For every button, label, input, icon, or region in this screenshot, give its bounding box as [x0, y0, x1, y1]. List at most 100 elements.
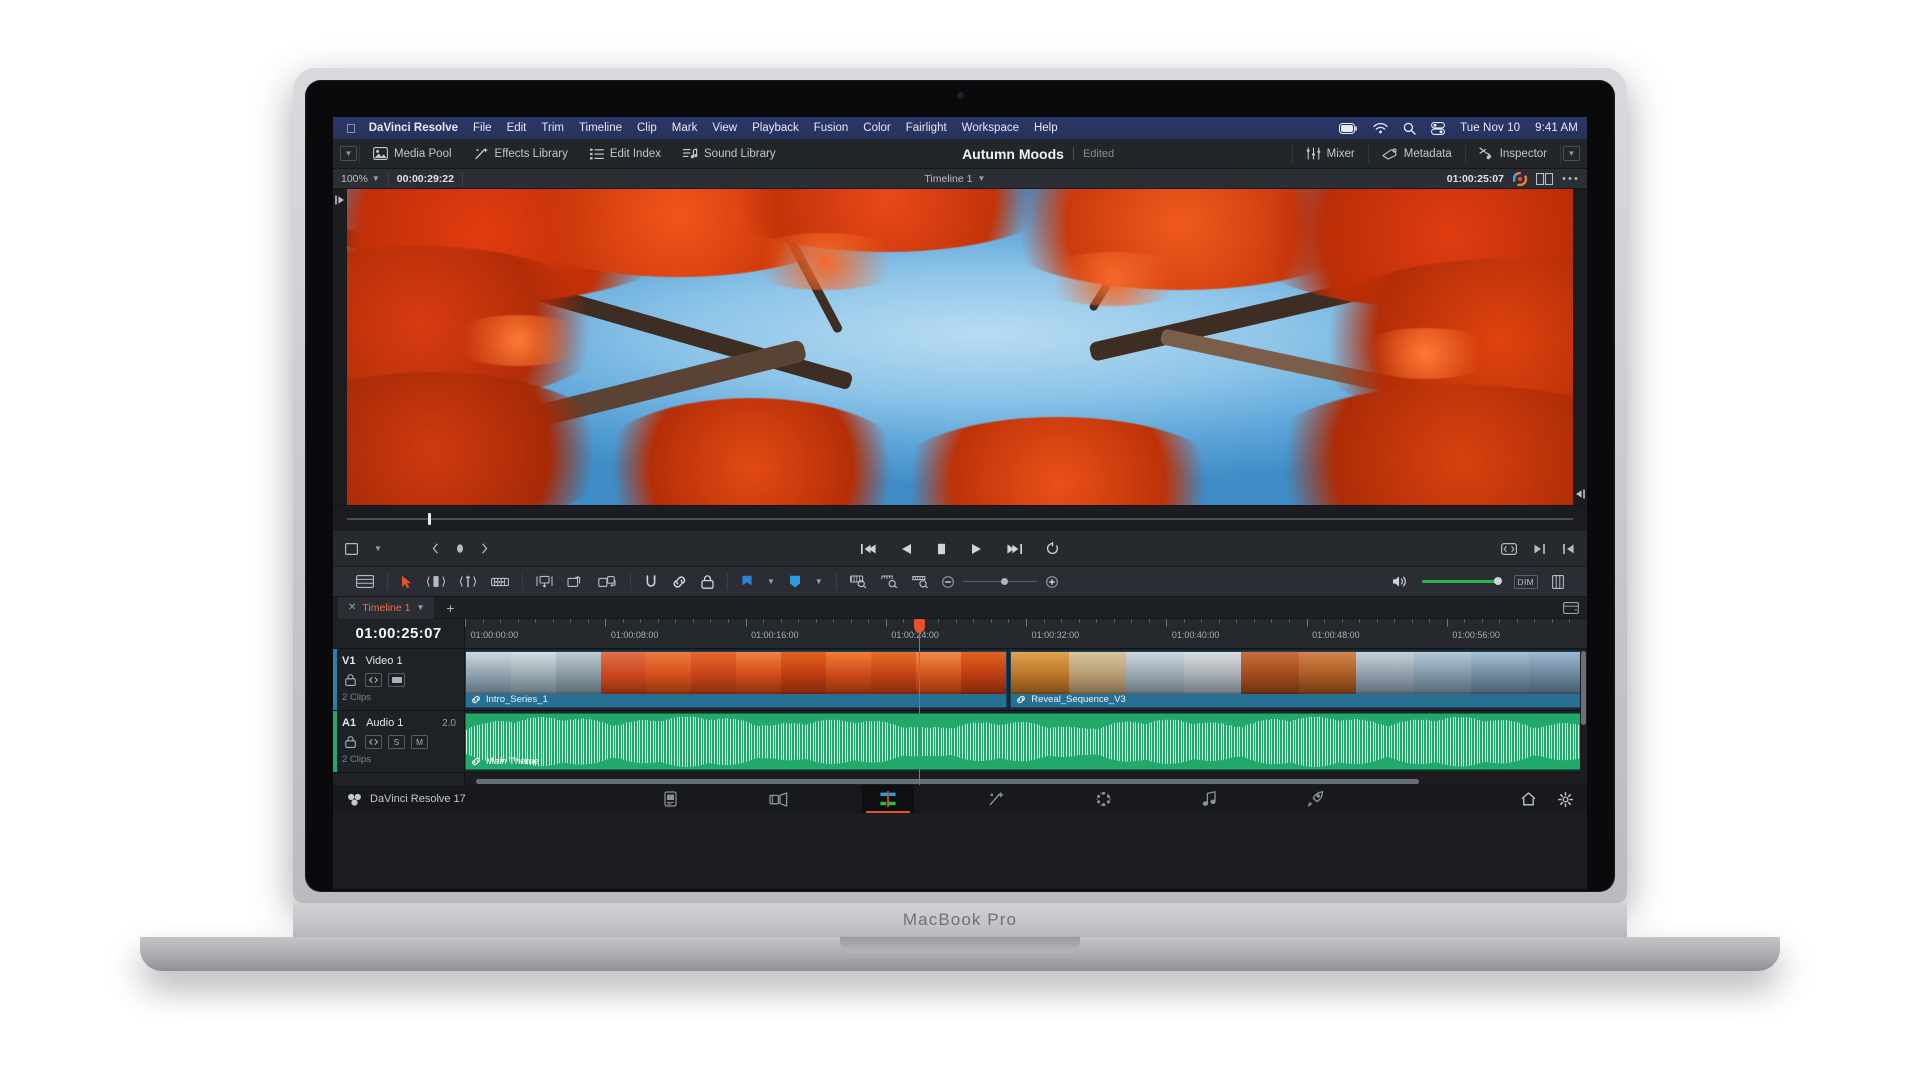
- viewer-current-timecode[interactable]: 01:00:25:07: [1447, 173, 1504, 185]
- search-icon[interactable]: [1403, 122, 1416, 135]
- mark-in-icon[interactable]: [1562, 543, 1575, 555]
- lock-icon-v1[interactable]: [342, 673, 359, 687]
- video-enable-icon-v1[interactable]: [388, 673, 405, 687]
- menu-item-playback[interactable]: Playback: [752, 122, 799, 134]
- viewer-image[interactable]: [347, 189, 1573, 505]
- arrow-select-icon[interactable]: [401, 575, 413, 589]
- split-view-icon[interactable]: [1536, 173, 1553, 185]
- zoom-detail-icon[interactable]: [881, 575, 898, 588]
- dim-button[interactable]: DIM: [1514, 575, 1538, 589]
- page-media[interactable]: [646, 785, 695, 813]
- timeline-playhead[interactable]: [919, 619, 920, 785]
- chevron-down-icon-marker[interactable]: ▼: [815, 577, 823, 586]
- flag-icon[interactable]: [741, 575, 753, 589]
- apple-icon[interactable]: : [346, 122, 356, 135]
- menubar-time[interactable]: 9:41 AM: [1535, 122, 1578, 134]
- ellipsis-icon[interactable]: [1562, 176, 1578, 181]
- viewer-zoom-control[interactable]: 100% ▼: [333, 169, 388, 188]
- track-v1-lane[interactable]: Intro_Series_1 Reveal_Sequence_V3: [465, 649, 1587, 711]
- next-marker-icon[interactable]: [481, 543, 488, 554]
- edit-index-button[interactable]: Edit Index: [579, 143, 672, 165]
- speaker-icon[interactable]: [1392, 575, 1408, 588]
- scrollbar-thumb-v[interactable]: [1581, 651, 1586, 725]
- timeline-ruler[interactable]: 01:00:00:0001:00:08:0001:00:16:0001:00:2…: [465, 619, 1587, 649]
- panel-toggle-icon-left[interactable]: ▼: [340, 146, 357, 161]
- minus-icon[interactable]: [942, 576, 954, 588]
- menu-item-workspace[interactable]: Workspace: [962, 122, 1019, 134]
- source-timecode[interactable]: 00:00:29:22: [389, 169, 462, 188]
- timeline-options-icon[interactable]: [1563, 602, 1587, 614]
- mixer-button[interactable]: Mixer: [1295, 143, 1366, 165]
- zoom-custom-icon[interactable]: [912, 575, 929, 588]
- menu-item-color[interactable]: Color: [863, 122, 890, 134]
- chevron-down-icon-flag[interactable]: ▼: [767, 577, 775, 586]
- menu-item-timeline[interactable]: Timeline: [579, 122, 622, 134]
- media-pool-button[interactable]: Media Pool: [362, 143, 463, 165]
- timeline-tab[interactable]: ✕ Timeline 1 ▼: [338, 597, 434, 619]
- menu-item-edit[interactable]: Edit: [507, 122, 527, 134]
- menu-item-mark[interactable]: Mark: [672, 122, 698, 134]
- viewer-scrubber[interactable]: [333, 505, 1587, 531]
- timeline-timecode[interactable]: 01:00:25:07: [333, 619, 464, 649]
- lock-track-icon[interactable]: [701, 575, 714, 589]
- menu-item-fusion[interactable]: Fusion: [814, 122, 849, 134]
- inspector-button[interactable]: Inspector: [1468, 143, 1558, 165]
- track-header-v1[interactable]: V1 Video 1 2 Clips: [333, 649, 464, 711]
- page-deliver[interactable]: [1291, 785, 1340, 813]
- linked-selection-icon[interactable]: [672, 575, 687, 589]
- timeline-track-area[interactable]: 01:00:00:0001:00:08:0001:00:16:0001:00:2…: [465, 619, 1587, 785]
- scrubber-track[interactable]: [347, 518, 1573, 520]
- wifi-icon[interactable]: [1373, 123, 1388, 134]
- mark-out-icon[interactable]: [1533, 543, 1546, 555]
- home-icon[interactable]: [1521, 792, 1536, 806]
- lock-icon-a1[interactable]: [342, 735, 359, 749]
- razor-icon[interactable]: [491, 576, 509, 588]
- mark-in-icon-strip[interactable]: [333, 189, 347, 505]
- timeline-scrollbar-horizontal[interactable]: [465, 777, 1587, 785]
- menu-item-view[interactable]: View: [712, 122, 737, 134]
- battery-icon[interactable]: [1339, 123, 1358, 134]
- page-edit[interactable]: [862, 785, 914, 813]
- timeline-zoom-slider[interactable]: [942, 576, 1058, 588]
- menu-item-help[interactable]: Help: [1034, 122, 1058, 134]
- loop-button[interactable]: [1046, 542, 1059, 555]
- viewer-title-area[interactable]: Timeline 1 ▼: [463, 173, 1447, 185]
- audio-meter-icon[interactable]: [1552, 575, 1564, 589]
- panel-toggle-icon-right[interactable]: ▼: [1563, 146, 1580, 161]
- scrubber-playhead[interactable]: [428, 513, 431, 525]
- volume-slider-knob[interactable]: [1494, 577, 1502, 585]
- menubar-date[interactable]: Tue Nov 10: [1460, 122, 1520, 134]
- volume-slider[interactable]: [1422, 580, 1500, 583]
- page-cut[interactable]: [753, 785, 804, 813]
- add-timeline-button[interactable]: +: [434, 601, 466, 615]
- snapping-icon[interactable]: [644, 575, 658, 589]
- zoom-slider-knob[interactable]: [1001, 578, 1008, 585]
- chevron-down-icon-tab[interactable]: ▼: [416, 603, 424, 612]
- jump-to-end-button[interactable]: [1006, 543, 1022, 555]
- timeline-clip-video-2[interactable]: Reveal_Sequence_V3: [1010, 651, 1587, 708]
- solo-icon-a1[interactable]: S: [388, 735, 405, 749]
- chevron-down-icon-frame[interactable]: ▼: [374, 544, 382, 553]
- control-center-icon[interactable]: [1431, 122, 1445, 135]
- marker-icon[interactable]: [455, 543, 465, 554]
- menu-item-app[interactable]: DaVinci Resolve: [369, 122, 458, 134]
- track-header-a1[interactable]: A1 Audio 1 2.0 S M 2 Clips: [333, 711, 464, 773]
- track-name-v1[interactable]: Video 1: [365, 655, 402, 667]
- effects-library-button[interactable]: Effects Library: [463, 143, 579, 165]
- plus-icon[interactable]: [1046, 576, 1058, 588]
- gear-icon[interactable]: [1558, 792, 1573, 807]
- timeline-clip-audio-1[interactable]: Main Theme: [465, 713, 1587, 770]
- play-reverse-button[interactable]: [901, 543, 912, 555]
- mark-out-icon-strip[interactable]: [1573, 189, 1587, 505]
- jump-to-start-button[interactable]: [861, 543, 877, 555]
- timeline-view-icon[interactable]: [356, 575, 374, 588]
- trim-edit-icon[interactable]: [427, 575, 445, 588]
- marker-icon-toolbar[interactable]: [789, 575, 801, 589]
- prev-marker-icon[interactable]: [432, 543, 439, 554]
- metadata-button[interactable]: Metadata: [1371, 143, 1463, 165]
- page-color[interactable]: [1079, 785, 1128, 813]
- menu-item-clip[interactable]: Clip: [637, 122, 657, 134]
- frame-mode-icon[interactable]: [345, 543, 358, 555]
- fit-screen-icon[interactable]: [1501, 543, 1517, 555]
- zoom-slider-track[interactable]: [963, 581, 1037, 582]
